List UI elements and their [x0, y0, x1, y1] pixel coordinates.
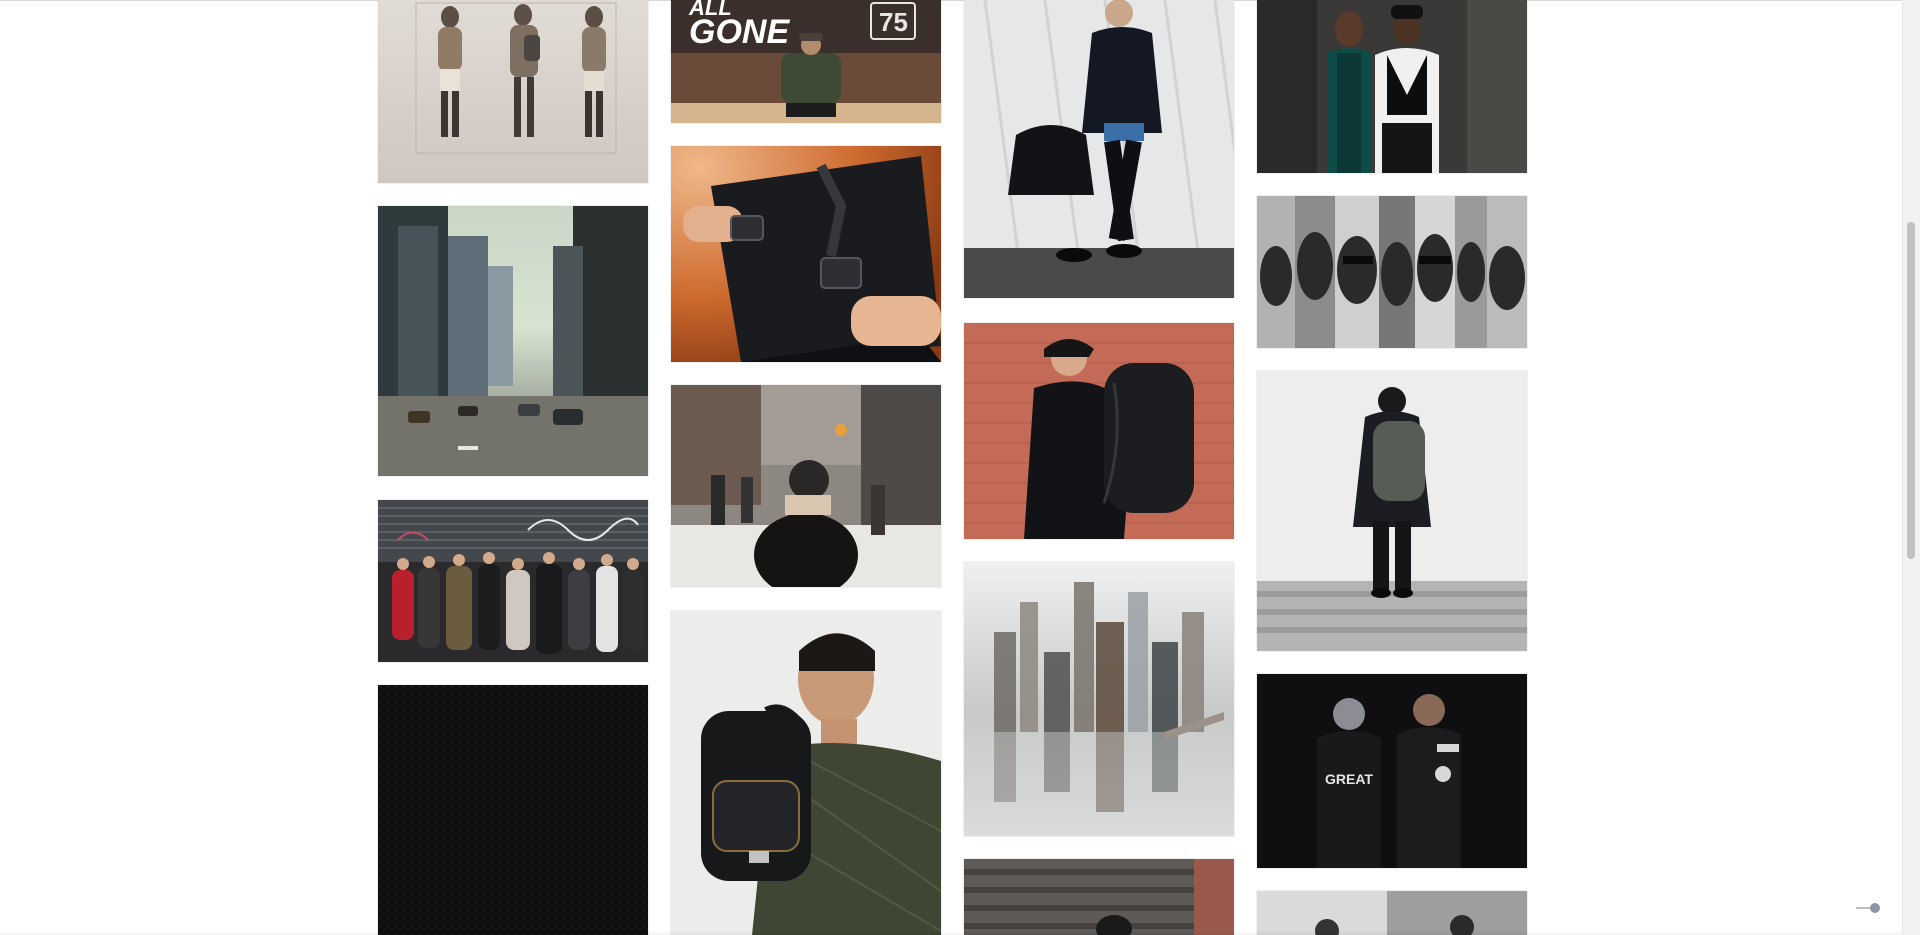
image-tile[interactable] — [964, 0, 1234, 298]
painted-street-image — [378, 206, 648, 476]
couple-portrait-image — [1257, 0, 1527, 173]
gone-text: GONE — [689, 13, 790, 51]
image-tile[interactable] — [378, 0, 648, 183]
image-tile[interactable] — [1257, 891, 1527, 935]
gallery-page: 75 ALL GONE GREAT — [0, 0, 1920, 935]
image-tile[interactable]: GREAT — [1257, 674, 1527, 868]
neon-number-text: 75 — [879, 7, 908, 37]
portrait-collage-image — [1257, 196, 1527, 348]
image-tile[interactable] — [964, 562, 1234, 836]
hooded-figures-image — [378, 0, 648, 183]
bottom-shadow — [0, 931, 1903, 935]
leather-texture-image — [378, 685, 648, 935]
image-tile[interactable] — [1257, 0, 1527, 173]
steps-image — [964, 859, 1234, 935]
zoom-slider[interactable] — [1856, 903, 1882, 913]
image-tile[interactable] — [671, 146, 941, 362]
scrollbar-thumb[interactable] — [1907, 222, 1915, 559]
image-tile[interactable] — [964, 323, 1234, 539]
skyline-painting-image — [964, 562, 1234, 836]
image-tile[interactable] — [671, 385, 941, 587]
zoom-slider-knob[interactable] — [1870, 903, 1880, 913]
image-tile[interactable] — [1257, 196, 1527, 348]
crowd-graffiti-image — [378, 500, 648, 662]
man-brick-wall-image — [964, 323, 1234, 539]
image-tile[interactable] — [964, 859, 1234, 935]
snowy-street-image — [671, 385, 941, 587]
image-tile[interactable] — [1257, 371, 1527, 651]
backpack-strap-image — [671, 146, 941, 362]
shop-window-image: 75 ALL GONE — [671, 0, 941, 123]
jacket-text: GREAT — [1325, 771, 1373, 787]
masonry-grid: 75 ALL GONE GREAT — [378, 0, 1528, 935]
image-tile[interactable] — [378, 685, 648, 935]
street-bw-image — [1257, 891, 1527, 935]
image-tile[interactable]: 75 ALL GONE — [671, 0, 941, 123]
backpack-man-image — [671, 611, 941, 935]
image-tile[interactable] — [378, 500, 648, 662]
grey-backpack-image — [1257, 371, 1527, 651]
image-tile[interactable] — [671, 611, 941, 935]
vertical-scrollbar[interactable] — [1902, 0, 1920, 935]
image-tile[interactable] — [378, 206, 648, 476]
man-duffle-image — [964, 0, 1234, 298]
jackets-duo-image: GREAT — [1257, 674, 1527, 868]
